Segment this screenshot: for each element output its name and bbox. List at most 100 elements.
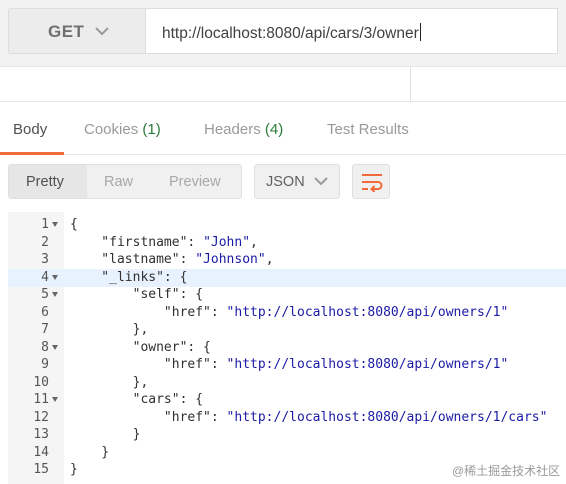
line-number: 5 [41, 287, 49, 302]
fold-toggle-icon[interactable] [52, 292, 58, 297]
language-label: JSON [266, 174, 305, 190]
fold-toggle-icon[interactable] [52, 222, 58, 227]
code-text: "firstname": "John", [70, 234, 258, 252]
format-preview-button[interactable]: Preview [169, 174, 221, 190]
language-dropdown[interactable]: JSON [254, 164, 340, 199]
code-line: 7 }, [8, 321, 566, 339]
watermark: @稀土掘金技术社区 [452, 464, 561, 478]
tab-cookies-label: Cookies [84, 121, 139, 138]
code-line: 3 "lastname": "Johnson", [8, 251, 566, 269]
line-number: 15 [33, 462, 49, 477]
tab-cookies[interactable]: Cookies (1) [84, 121, 161, 138]
line-number: 14 [33, 444, 49, 460]
line-number: 7 [41, 322, 49, 337]
code-text: { [70, 216, 78, 234]
code-line: 6 "href": "http://localhost:8080/api/own… [8, 304, 566, 322]
code-line: 9 "href": "http://localhost:8080/api/own… [8, 356, 566, 374]
line-number: 13 [33, 427, 49, 442]
line-number: 1 [41, 217, 49, 232]
json-string-token: "http://localhost:8080/api/owners/1/cars… [226, 409, 548, 425]
format-segmented-control: Pretty Raw Preview [8, 164, 242, 199]
json-token: "cars": { [70, 392, 204, 407]
url-value: http://localhost:8080/api/cars/3/owner [162, 25, 419, 42]
wrap-lines-button[interactable] [352, 164, 390, 199]
json-token: }, [70, 374, 149, 390]
code-text: "lastname": "Johnson", [70, 251, 274, 269]
line-number: 12 [33, 409, 49, 425]
code-line: 13 } [8, 426, 566, 444]
json-token: "_links": [70, 269, 172, 285]
request-options-strip [0, 66, 566, 102]
code-text: }, [70, 374, 149, 392]
code-text: "href": "http://localhost:8080/api/owner… [70, 304, 508, 322]
line-number: 8 [41, 339, 49, 355]
tab-headers-label: Headers [204, 121, 261, 138]
code-line: 2 "firstname": "John", [8, 234, 566, 252]
request-bar: GET http://localhost:8080/api/cars/3/own… [0, 0, 566, 66]
json-token: "firstname": [70, 234, 204, 250]
active-tab-indicator [0, 152, 64, 155]
json-token: } [70, 444, 110, 460]
code-text: "owner": { [70, 339, 211, 357]
line-number: 9 [41, 357, 49, 372]
tab-headers[interactable]: Headers (4) [204, 121, 283, 138]
tab-headers-count: (4) [264, 121, 284, 138]
method-dropdown[interactable]: GET [8, 8, 146, 54]
chevron-down-icon [314, 177, 328, 186]
code-line: 4 "_links": { [8, 268, 566, 287]
code-text: "_links": { [70, 269, 187, 287]
response-body-editor[interactable]: 1 {2 "firstname": "John", 3 "lastname": "J… [8, 212, 566, 484]
code-text: "href": "http://localhost:8080/api/owner… [70, 409, 548, 427]
code-text: } [70, 461, 78, 479]
json-token: , [250, 234, 258, 250]
format-pretty-button[interactable]: Pretty [26, 174, 64, 190]
code-line: 14 } [8, 444, 566, 462]
json-string-token: "Johnson" [195, 252, 266, 267]
line-number: 3 [41, 252, 49, 267]
code-text: } [70, 444, 109, 462]
json-token: "href": [70, 357, 227, 372]
json-token: } [70, 427, 141, 442]
code-line: 10 }, [8, 374, 566, 392]
code-line: 11 "cars": { [8, 391, 566, 409]
code-text: "cars": { [70, 391, 203, 409]
tab-body[interactable]: Body [13, 121, 47, 138]
json-token: { [171, 269, 188, 285]
tab-test-results-label: Test Results [327, 121, 409, 138]
fold-toggle-icon[interactable] [52, 274, 58, 280]
fold-toggle-icon[interactable] [52, 344, 58, 350]
code-line: 8 "owner": { [8, 339, 566, 357]
tab-body-label: Body [13, 121, 48, 138]
code-text: "self": { [70, 286, 203, 304]
line-number: 11 [33, 392, 49, 407]
url-input[interactable]: http://localhost:8080/api/cars/3/owner [146, 8, 558, 54]
code-text: "href": "http://localhost:8080/api/owner… [70, 356, 508, 374]
line-number: 6 [41, 304, 49, 320]
json-token: }, [70, 322, 149, 337]
json-string-token: "http://localhost:8080/api/owners/1" [226, 357, 509, 372]
format-raw-button[interactable]: Raw [104, 174, 133, 190]
response-tabs: Body Cookies (1) Headers (4) Test Result… [0, 103, 566, 155]
json-string-token: "http://localhost:8080/api/owners/1" [226, 304, 509, 320]
strip-divider [410, 67, 411, 101]
fold-toggle-icon[interactable] [52, 397, 58, 402]
chevron-down-icon [95, 27, 109, 36]
wrap-lines-icon [362, 174, 383, 192]
json-token: "lastname": [70, 252, 196, 267]
json-token: , [265, 252, 274, 267]
tab-test-results[interactable]: Test Results [327, 121, 409, 138]
code-text: }, [70, 321, 149, 339]
json-string-token: "John" [203, 234, 251, 250]
json-token: "self": { [70, 287, 204, 302]
tab-cookies-count: (1) [142, 121, 161, 138]
code-line: 12 "href": "http://localhost:8080/api/ow… [8, 409, 566, 427]
method-label: GET [48, 22, 85, 41]
json-token: "href": [70, 409, 227, 425]
text-caret [419, 23, 421, 41]
json-token: } [70, 462, 78, 477]
json-token: { [70, 217, 78, 232]
line-number: 10 [33, 374, 49, 390]
code-line: 5 "self": { [8, 286, 566, 304]
json-token: "owner": { [70, 339, 211, 355]
json-token: "href": [70, 304, 227, 320]
